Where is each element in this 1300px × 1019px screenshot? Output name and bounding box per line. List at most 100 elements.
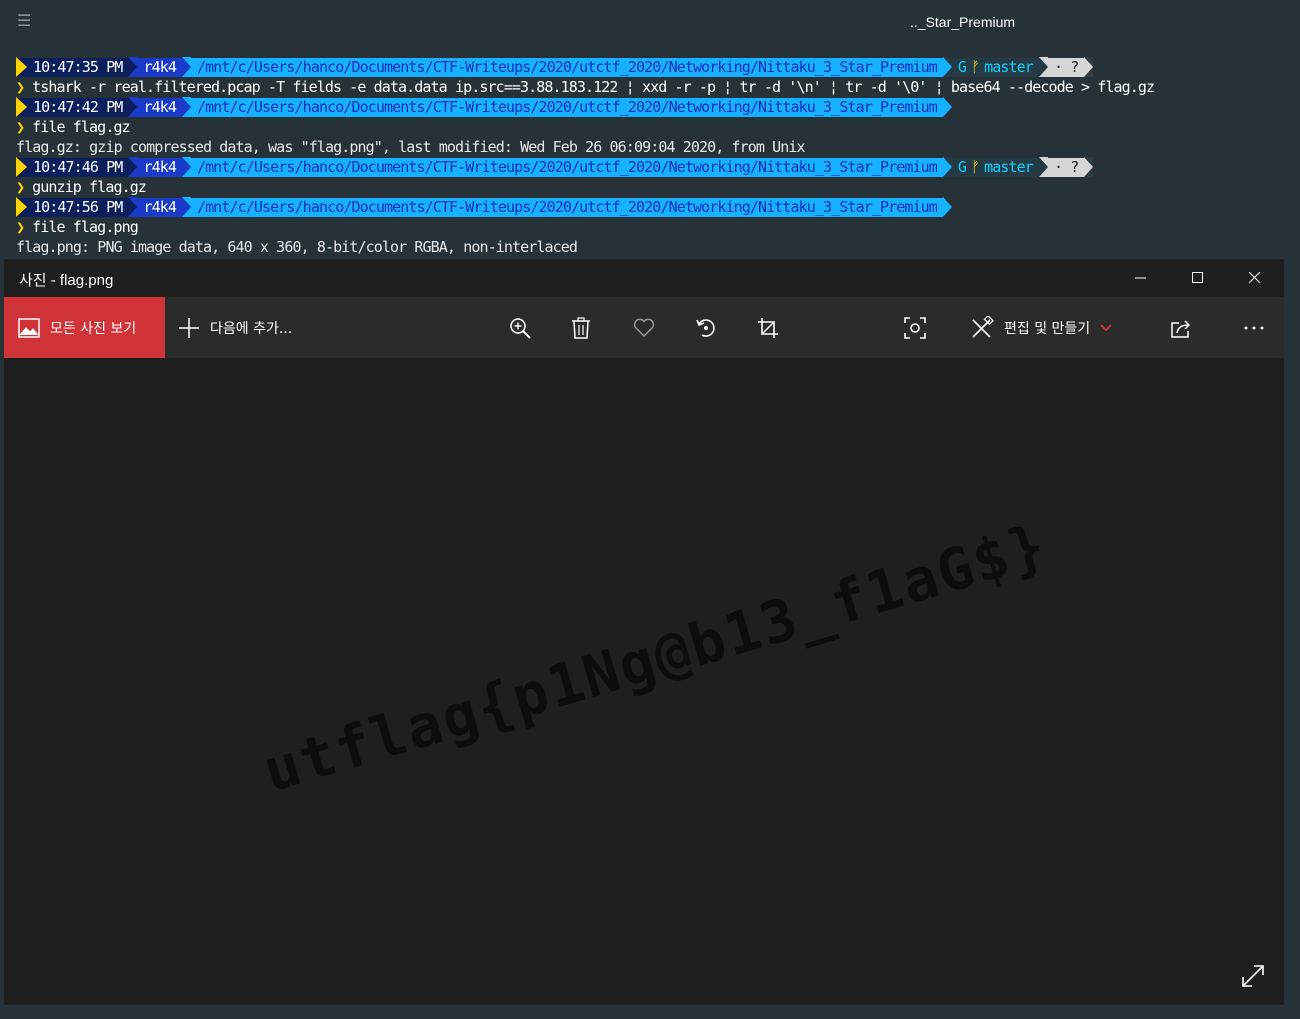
plus-icon: [179, 317, 199, 338]
fullscreen-button[interactable]: [1240, 963, 1266, 989]
terminal-output[interactable]: 10:47:35 PM r4k4/mnt/c/Users/hanco/Docume…: [16, 57, 1300, 257]
prompt-time: 10:47:42 PM: [16, 97, 129, 117]
crop-icon: [758, 317, 778, 338]
powerline-separator: [181, 57, 191, 77]
prompt-char: ❯: [16, 178, 25, 196]
prompt-time: 10:47:35 PM: [16, 57, 129, 77]
photos-window-title: 사진 - flag.png: [19, 272, 114, 289]
chevron-down-icon: [1100, 323, 1112, 331]
favorite-icon: [633, 318, 655, 337]
flag-image-text: utflag{p1Ng@b13_f1aG$}: [256, 510, 1055, 806]
more-button[interactable]: [1234, 297, 1274, 358]
prompt-line: 10:47:42 PM r4k4/mnt/c/Users/hanco/Docume…: [16, 97, 1300, 117]
all-photos-button[interactable]: 모든 사진 보기: [4, 297, 165, 358]
terminal-title: .._Star_Premium: [910, 14, 1016, 30]
git-icon: G: [957, 157, 967, 176]
powerline-separator: [181, 157, 191, 177]
delete-icon: [572, 316, 590, 339]
prompt-time: 10:47:56 PM: [16, 197, 129, 217]
git-status: · ?: [1047, 157, 1085, 177]
visual-search-icon: [904, 316, 926, 339]
edit-create-button[interactable]: 편집 및 만들기: [970, 297, 1112, 358]
prompt-user: r4k4: [137, 197, 182, 217]
visual-search-button[interactable]: [895, 297, 935, 358]
powerline-separator: [1038, 157, 1048, 177]
share-icon: [1171, 319, 1191, 338]
git-segment: G ᚠ master: [951, 57, 1039, 77]
powerline-separator: [181, 197, 191, 217]
close-icon: [1249, 272, 1261, 284]
command-text: file flag.png: [32, 218, 139, 236]
rotate-icon: [696, 318, 715, 337]
prompt-marker-icon: [16, 157, 27, 177]
git-status: · ?: [1047, 57, 1085, 77]
git-branch: master: [984, 57, 1034, 76]
crop-button[interactable]: [748, 297, 788, 358]
prompt-user: r4k4: [137, 57, 182, 77]
prompt-path: /mnt/c/Users/hanco/Documents/CTF-Writeup…: [190, 97, 943, 117]
command-line: ❯ gunzip flag.gz: [16, 177, 1300, 197]
prompt-time-text: 10:47:46 PM: [33, 157, 123, 176]
photos-titlebar: 사진 - flag.png: [4, 259, 1284, 297]
more-icon: [1244, 326, 1264, 329]
output-line: flag.gz: gzip compressed data, was "flag…: [16, 137, 1300, 157]
prompt-time-text: 10:47:35 PM: [33, 57, 123, 76]
rotate-button[interactable]: [686, 297, 726, 358]
powerline-separator: [942, 97, 952, 117]
powerline-separator: [128, 97, 138, 117]
maximize-button[interactable]: [1169, 259, 1227, 297]
prompt-user: r4k4: [137, 157, 182, 177]
command-text: tshark -r real.filtered.pcap -T fields -…: [32, 78, 1155, 96]
git-segment: G ᚠ master: [951, 157, 1039, 177]
prompt-char: ❯: [16, 78, 25, 96]
command-line: ❯ file flag.gz: [16, 117, 1300, 137]
prompt-marker-icon: [16, 57, 27, 77]
minimize-icon: [1135, 277, 1146, 279]
powerline-separator: [1084, 57, 1094, 77]
output-text: flag.gz: gzip compressed data, was "flag…: [16, 138, 806, 156]
prompt-marker-icon: [16, 197, 27, 217]
powerline-separator: [128, 57, 138, 77]
minimize-button[interactable]: [1112, 259, 1170, 297]
photos-window: 사진 - flag.png 모든 사진 보기 다음에 추가... 편집 및 만들…: [4, 259, 1284, 1005]
powerline-separator: [942, 197, 952, 217]
output-line: flag.png: PNG image data, 640 x 360, 8-b…: [16, 237, 1300, 257]
git-icon: G: [957, 57, 967, 76]
git-branch: master: [984, 157, 1034, 176]
powerline-separator: [128, 197, 138, 217]
powerline-separator: [942, 157, 952, 177]
prompt-line: 10:47:46 PM r4k4/mnt/c/Users/hanco/Docume…: [16, 157, 1300, 177]
powerline-separator: [181, 97, 191, 117]
maximize-icon: [1192, 272, 1203, 283]
prompt-char: ❯: [16, 118, 25, 136]
edit-create-icon: [972, 315, 994, 338]
share-button[interactable]: [1161, 297, 1201, 358]
branch-icon: ᚠ: [971, 57, 980, 76]
photos-toolbar: 모든 사진 보기 다음에 추가... 편집 및 만들기: [4, 297, 1284, 358]
command-text: file flag.gz: [32, 118, 130, 136]
powerline-separator: [1038, 57, 1048, 77]
add-to-button[interactable]: 다음에 추가...: [178, 297, 292, 358]
add-to-label: 다음에 추가...: [210, 320, 293, 337]
powerline-separator: [1084, 157, 1094, 177]
prompt-line: 10:47:35 PM r4k4/mnt/c/Users/hanco/Docume…: [16, 57, 1300, 77]
command-text: gunzip flag.gz: [32, 178, 147, 196]
prompt-path: /mnt/c/Users/hanco/Documents/CTF-Writeup…: [190, 57, 943, 77]
image-canvas[interactable]: utflag{p1Ng@b13_f1aG$}: [4, 358, 1284, 1005]
terminal-titlebar: ☰ .._Star_Premium: [0, 0, 1300, 44]
prompt-path: /mnt/c/Users/hanco/Documents/CTF-Writeup…: [190, 197, 943, 217]
prompt-user: r4k4: [137, 97, 182, 117]
photo-gallery-icon: [18, 317, 40, 338]
output-text: flag.png: PNG image data, 640 x 360, 8-b…: [16, 238, 578, 256]
favorite-button[interactable]: [624, 297, 664, 358]
all-photos-label: 모든 사진 보기: [50, 320, 137, 337]
zoom-button[interactable]: [500, 297, 540, 358]
close-button[interactable]: [1226, 259, 1284, 297]
delete-button[interactable]: [561, 297, 601, 358]
hamburger-icon[interactable]: ☰: [17, 11, 31, 30]
prompt-time-text: 10:47:56 PM: [33, 197, 123, 216]
expand-icon: [1242, 965, 1264, 987]
powerline-separator: [942, 57, 952, 77]
powerline-separator: [128, 157, 138, 177]
edit-create-label: 편집 및 만들기: [1004, 320, 1091, 337]
